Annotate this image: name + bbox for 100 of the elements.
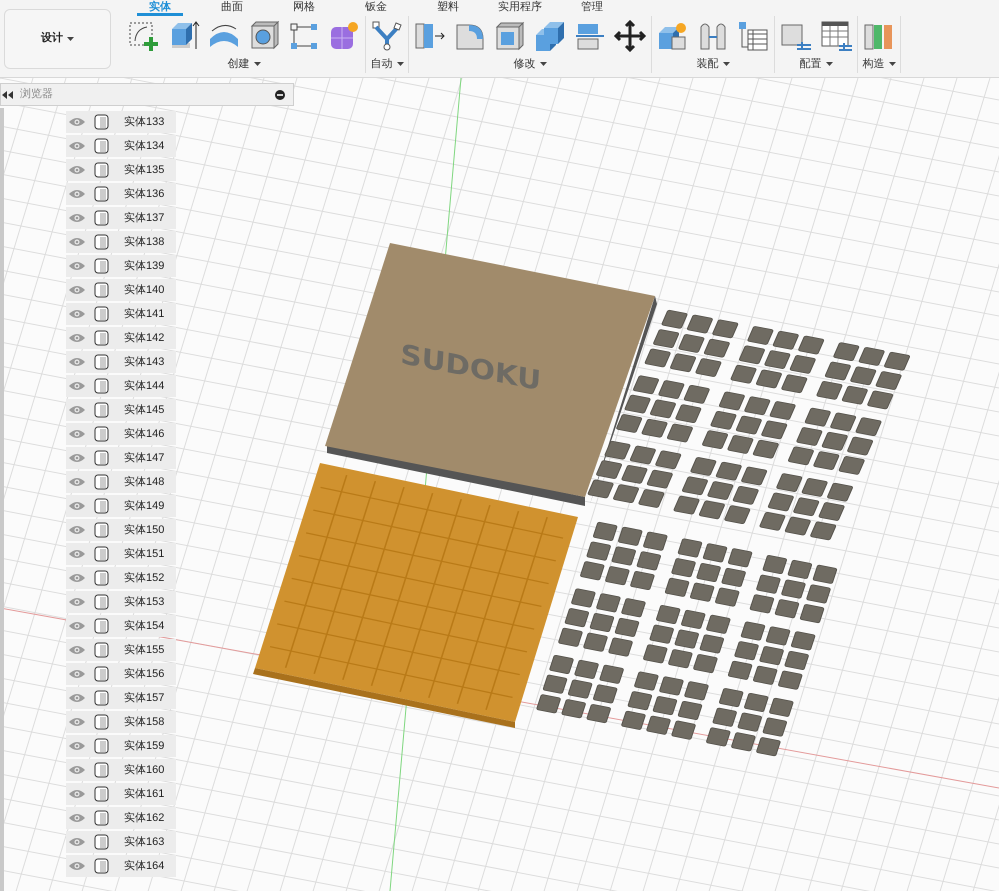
browser-item[interactable]: 实体144	[66, 375, 176, 397]
ribbon-tab[interactable]: 塑料	[425, 0, 471, 16]
ribbon-tab[interactable]: 实用程序	[497, 0, 543, 16]
eye-icon[interactable]	[69, 333, 85, 343]
browser-item[interactable]: 实体158	[66, 711, 176, 733]
eye-icon[interactable]	[69, 765, 85, 775]
body-label: 实体149	[124, 498, 164, 514]
eye-icon[interactable]	[69, 573, 85, 583]
body-label: 实体141	[124, 306, 164, 322]
browser-item[interactable]: 实体153	[66, 591, 176, 613]
browser-item[interactable]: 实体162	[66, 807, 176, 829]
eye-icon[interactable]	[69, 837, 85, 847]
combine-icon[interactable]	[533, 19, 567, 53]
browser-item[interactable]: 实体156	[66, 663, 176, 685]
eye-icon[interactable]	[69, 141, 85, 151]
workspace-dropdown[interactable]: 设计	[4, 8, 111, 68]
ribbon-tab[interactable]: 曲面	[209, 0, 255, 16]
browser-item[interactable]: 实体136	[66, 183, 176, 205]
browser-item[interactable]: 实体147	[66, 447, 176, 469]
body-icon	[94, 666, 110, 682]
eye-icon[interactable]	[69, 861, 85, 871]
eye-icon[interactable]	[69, 405, 85, 415]
browser-item[interactable]: 实体137	[66, 207, 176, 229]
body-label: 实体159	[124, 738, 164, 754]
ribbon-tab[interactable]: 网格	[281, 0, 327, 16]
eye-icon[interactable]	[69, 669, 85, 679]
collapse-icon[interactable]	[2, 90, 14, 98]
browser-item[interactable]: 实体159	[66, 735, 176, 757]
tool-group-menu[interactable]: 自动	[370, 56, 404, 72]
eye-icon[interactable]	[69, 789, 85, 799]
browser-item[interactable]: 实体164	[66, 855, 176, 877]
browser-item[interactable]: 实体141	[66, 303, 176, 325]
eye-icon[interactable]	[69, 165, 85, 175]
body-label: 实体151	[124, 546, 164, 562]
caret-icon	[540, 62, 546, 66]
browser-item[interactable]: 实体140	[66, 279, 176, 301]
browser-item[interactable]: 实体161	[66, 783, 176, 805]
eye-icon[interactable]	[69, 597, 85, 607]
browser-item[interactable]: 实体145	[66, 399, 176, 421]
browser-item[interactable]: 实体157	[66, 687, 176, 709]
browser-item[interactable]: 实体150	[66, 519, 176, 541]
browser-item[interactable]: 实体135	[66, 159, 176, 181]
browser-item[interactable]: 实体163	[66, 831, 176, 853]
tool-group-menu[interactable]: 构造	[862, 56, 896, 72]
body-icon	[94, 138, 110, 154]
bom-table-icon[interactable]	[736, 19, 770, 53]
tool-group-menu[interactable]: 创建	[228, 56, 260, 72]
browser-item[interactable]: 实体138	[66, 231, 176, 253]
eye-icon[interactable]	[69, 813, 85, 823]
eye-icon[interactable]	[69, 549, 85, 559]
eye-icon[interactable]	[69, 189, 85, 199]
eye-icon[interactable]	[69, 525, 85, 535]
ribbon-tab[interactable]: 钣金	[353, 0, 399, 16]
body-icon	[94, 114, 110, 130]
tool-group-menu[interactable]: 配置	[800, 56, 832, 72]
caret-icon	[888, 62, 896, 66]
body-icon	[94, 210, 110, 226]
browser-item[interactable]: 实体133	[66, 111, 176, 133]
tool-group-menu[interactable]: 装配	[696, 56, 730, 72]
browser-item[interactable]: 实体149	[66, 495, 176, 517]
browser-item[interactable]: 实体134	[66, 135, 176, 157]
eye-icon[interactable]	[69, 477, 85, 487]
browser-item[interactable]: 实体155	[66, 639, 176, 661]
move-icon[interactable]	[613, 19, 647, 53]
browser-item[interactable]: 实体143	[66, 351, 176, 373]
body-icon	[94, 762, 110, 778]
eye-icon[interactable]	[69, 717, 85, 727]
eye-icon[interactable]	[69, 381, 85, 391]
eye-icon[interactable]	[69, 741, 85, 751]
config-table-icon[interactable]	[819, 19, 853, 53]
caret-icon	[826, 62, 832, 66]
browser-item[interactable]: 实体148	[66, 471, 176, 493]
minimize-icon[interactable]	[275, 90, 285, 100]
eye-icon[interactable]	[69, 501, 85, 511]
eye-icon[interactable]	[69, 453, 85, 463]
browser-item[interactable]: 实体142	[66, 327, 176, 349]
eye-icon[interactable]	[69, 309, 85, 319]
shell-icon[interactable]	[493, 19, 527, 53]
browser-item[interactable]: 实体160	[66, 759, 176, 781]
tool-group-menu[interactable]: 修改	[514, 56, 546, 72]
eye-icon[interactable]	[69, 693, 85, 703]
eye-icon[interactable]	[69, 645, 85, 655]
browser-item[interactable]: 实体154	[66, 615, 176, 637]
eye-icon[interactable]	[69, 237, 85, 247]
eye-icon[interactable]	[69, 117, 85, 127]
eye-icon[interactable]	[69, 357, 85, 367]
eye-icon[interactable]	[69, 261, 85, 271]
browser-item[interactable]: 实体151	[66, 543, 176, 565]
eye-icon[interactable]	[69, 621, 85, 631]
ribbon-tab[interactable]: 管理	[569, 0, 615, 16]
browser-item[interactable]: 实体152	[66, 567, 176, 589]
body-icon	[94, 330, 110, 346]
eye-icon[interactable]	[69, 213, 85, 223]
node-link-icon[interactable]	[370, 19, 404, 53]
body-icon	[94, 522, 110, 538]
browser-item[interactable]: 实体139	[66, 255, 176, 277]
eye-icon[interactable]	[69, 285, 85, 295]
eye-icon[interactable]	[69, 429, 85, 439]
body-icon	[94, 162, 110, 178]
browser-item[interactable]: 实体146	[66, 423, 176, 445]
